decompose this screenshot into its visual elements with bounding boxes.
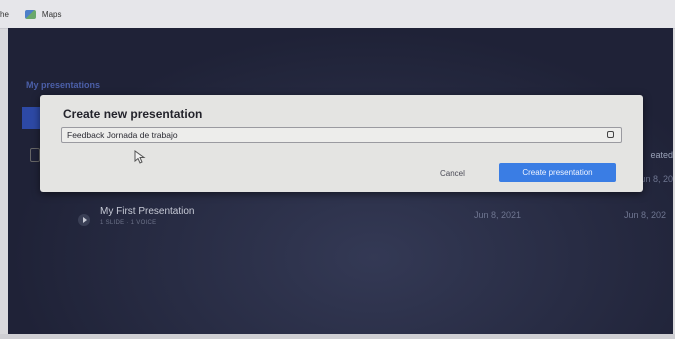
bookmarks-bar: he Maps bbox=[0, 0, 675, 29]
presentation-meta: 1 SLIDE · 1 VOICE bbox=[100, 220, 157, 226]
presentation-name-input[interactable] bbox=[61, 127, 622, 143]
maps-icon bbox=[24, 9, 36, 19]
bookmark-partial[interactable]: he bbox=[0, 10, 9, 19]
column-header-created[interactable]: eated bbox=[650, 150, 673, 160]
presentation-updated: Jun 8, 2021 bbox=[474, 210, 522, 220]
new-presentation-tab[interactable] bbox=[22, 107, 40, 129]
play-icon[interactable] bbox=[78, 214, 90, 226]
presentation-title[interactable]: My First Presentation bbox=[100, 206, 194, 217]
create-presentation-dialog: Create new presentation Cancel Create pr… bbox=[40, 95, 643, 192]
screen-bezel bbox=[0, 334, 675, 339]
mouse-cursor-icon bbox=[134, 150, 146, 164]
presentation-created: Jun 8, 202 bbox=[624, 210, 667, 220]
bookmark-maps[interactable]: Maps bbox=[11, 9, 62, 19]
select-all-checkbox[interactable] bbox=[30, 148, 40, 162]
list-item[interactable]: My First Presentation 1 SLIDE · 1 VOICE … bbox=[78, 206, 673, 236]
bookmark-maps-label: Maps bbox=[41, 9, 62, 19]
clear-icon[interactable] bbox=[607, 131, 614, 138]
section-title: My presentations bbox=[26, 80, 101, 90]
cancel-button[interactable]: Cancel bbox=[440, 164, 465, 182]
create-presentation-button[interactable]: Create presentation bbox=[499, 163, 616, 182]
dialog-title: Create new presentation bbox=[63, 107, 203, 121]
